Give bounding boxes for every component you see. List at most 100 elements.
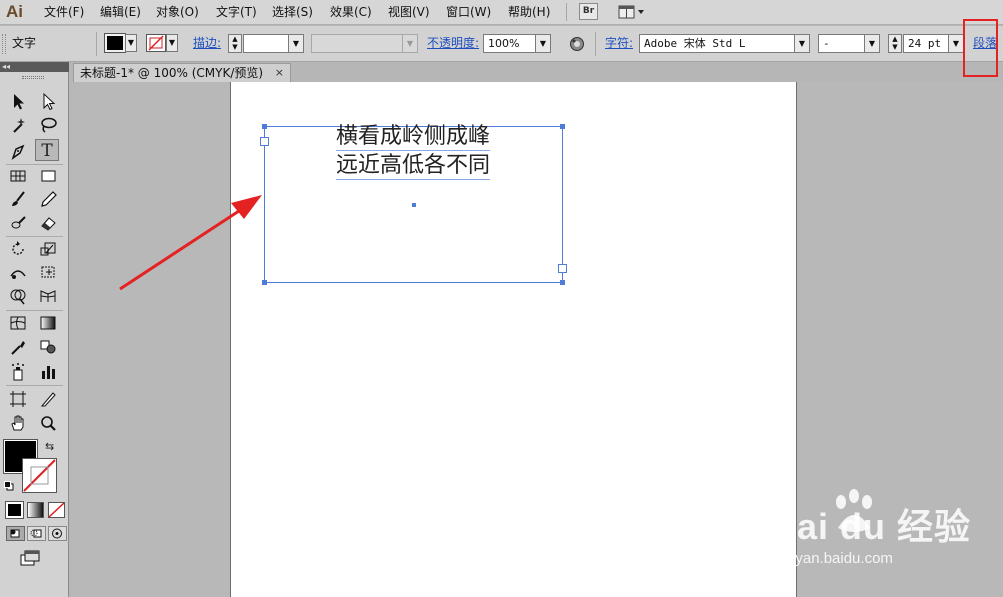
draw-normal-button[interactable] [6, 526, 25, 541]
hand-tool[interactable] [6, 412, 30, 434]
stroke-weight-label[interactable]: 描边: [193, 36, 221, 51]
bridge-button[interactable]: Br [579, 3, 598, 20]
stroke-weight-stepper[interactable]: ▲ ▼ [228, 34, 242, 53]
font-size-field[interactable]: 24 pt [903, 34, 950, 53]
stroke-dropdown-arrow[interactable]: ▼ [166, 34, 178, 52]
opacity-label[interactable]: 不透明度: [427, 36, 479, 51]
slice-tool[interactable] [36, 388, 60, 410]
recolor-artwork-button[interactable] [569, 36, 585, 52]
document-tab[interactable]: 未标题-1* @ 100% (CMYK/预览) × [73, 63, 291, 82]
scale-tool[interactable] [36, 238, 60, 260]
pencil-tool[interactable] [36, 188, 60, 210]
menu-object[interactable]: 对象(O) [156, 4, 199, 20]
type-t-icon: T [41, 141, 53, 161]
stroke-color-box[interactable] [22, 458, 57, 493]
menu-separator [566, 3, 567, 21]
swap-fill-stroke-icon[interactable]: ⇆ [45, 440, 54, 453]
mesh-tool[interactable] [6, 312, 30, 334]
color-mode-button[interactable] [5, 501, 24, 519]
menu-select[interactable]: 选择(S) [272, 4, 313, 20]
text-line-2[interactable]: 远近高低各不同 [336, 153, 491, 180]
text-in-port[interactable] [260, 137, 269, 146]
arrange-documents-button[interactable] [617, 3, 647, 21]
selection-tool[interactable] [6, 90, 30, 112]
menu-view[interactable]: 视图(V) [388, 4, 430, 20]
paintbrush-icon [12, 191, 25, 206]
stroke-color-swatch[interactable] [146, 34, 166, 52]
center-point-handle[interactable] [412, 203, 416, 207]
font-size-dropdown[interactable]: ▼ [948, 34, 964, 53]
menu-effect[interactable]: 效果(C) [330, 4, 372, 20]
text-line-1[interactable]: 横看成岭侧成峰 [336, 124, 491, 151]
no-stroke-icon [23, 459, 56, 492]
stroke-weight-dropdown[interactable]: ▼ [288, 34, 304, 53]
watermark: Bai du 经验 jingyan.baidu.com [770, 488, 990, 580]
font-style-dropdown[interactable]: ▼ [864, 34, 880, 53]
tools-panel-collapse[interactable]: ◂◂ [0, 62, 69, 72]
menu-help[interactable]: 帮助(H) [508, 4, 550, 20]
menu-file[interactable]: 文件(F) [44, 4, 84, 20]
menu-bar: Ai 文件(F) 编辑(E) 对象(O) 文字(T) 选择(S) 效果(C) 视… [0, 0, 1003, 25]
paintbrush-tool[interactable] [6, 188, 30, 210]
opacity-field[interactable]: 100% [483, 34, 536, 53]
zoom-tool[interactable] [36, 412, 60, 434]
pen-tool[interactable] [6, 140, 30, 162]
character-panel-link[interactable]: 字符: [605, 36, 633, 51]
default-colors-icon[interactable] [4, 480, 14, 491]
fill-color-swatch[interactable] [104, 33, 126, 53]
tools-panel-grip[interactable] [22, 76, 44, 79]
watermark-brand: Bai du 经验 [770, 506, 972, 547]
bounding-handle-bottom-right[interactable] [560, 280, 565, 285]
menu-window[interactable]: 窗口(W) [446, 4, 491, 20]
font-size-stepper[interactable]: ▲ ▼ [888, 34, 902, 53]
bounding-handle-top-left[interactable] [262, 124, 267, 129]
annotation-highlight-box [963, 19, 998, 77]
watermark-url: jingyan.baidu.com [772, 550, 893, 567]
artboard-tool[interactable] [6, 388, 30, 410]
symbol-sprayer-tool[interactable] [6, 361, 30, 383]
eyedropper-tool[interactable] [6, 336, 30, 358]
font-family-field[interactable]: Adobe 宋体 Std L [639, 34, 795, 53]
menu-type[interactable]: 文字(T) [216, 4, 257, 20]
text-out-port[interactable] [558, 264, 567, 273]
perspective-grid-tool[interactable] [36, 285, 60, 307]
width-tool[interactable] [6, 261, 30, 283]
screen-mode-button[interactable] [20, 550, 42, 566]
close-tab-icon[interactable]: × [275, 64, 284, 82]
direct-selection-tool[interactable] [36, 90, 60, 112]
column-graph-tool[interactable] [36, 361, 60, 383]
app-logo: Ai [6, 2, 23, 21]
stroke-weight-field[interactable] [243, 34, 289, 53]
draw-normal-icon [10, 529, 20, 538]
rectangle-icon [41, 170, 56, 182]
draw-inside-button[interactable] [48, 526, 67, 541]
blob-brush-tool[interactable] [6, 212, 30, 234]
lasso-tool[interactable] [36, 114, 60, 136]
rectangular-grid-tool[interactable] [6, 165, 30, 187]
arrange-documents-icon [618, 5, 644, 19]
magnifier-icon [41, 416, 56, 431]
opacity-dropdown[interactable]: ▼ [535, 34, 551, 53]
menu-edit[interactable]: 编辑(E) [100, 4, 141, 20]
magic-wand-tool[interactable] [6, 114, 30, 136]
magic-wand-icon [13, 118, 25, 133]
symbol-sprayer-icon [12, 363, 24, 381]
eraser-tool[interactable] [36, 212, 60, 234]
draw-behind-button[interactable] [27, 526, 46, 541]
font-family-dropdown[interactable]: ▼ [794, 34, 810, 53]
free-transform-tool[interactable] [36, 261, 60, 283]
blend-tool[interactable] [36, 336, 60, 358]
fill-dropdown-arrow[interactable]: ▼ [125, 34, 137, 52]
gradient-tool[interactable] [36, 312, 60, 334]
rectangle-tool[interactable] [36, 165, 60, 187]
type-tool[interactable]: T [35, 139, 59, 161]
screen-mode-icon [20, 550, 40, 566]
control-bar-grip[interactable] [2, 34, 6, 54]
hand-icon [11, 415, 24, 431]
none-mode-button[interactable] [48, 502, 65, 518]
shape-builder-tool[interactable] [6, 285, 30, 307]
rotate-tool[interactable] [6, 238, 30, 260]
font-style-field[interactable]: - [818, 34, 866, 53]
gradient-mode-button[interactable] [27, 502, 44, 518]
bounding-handle-top-right[interactable] [560, 124, 565, 129]
